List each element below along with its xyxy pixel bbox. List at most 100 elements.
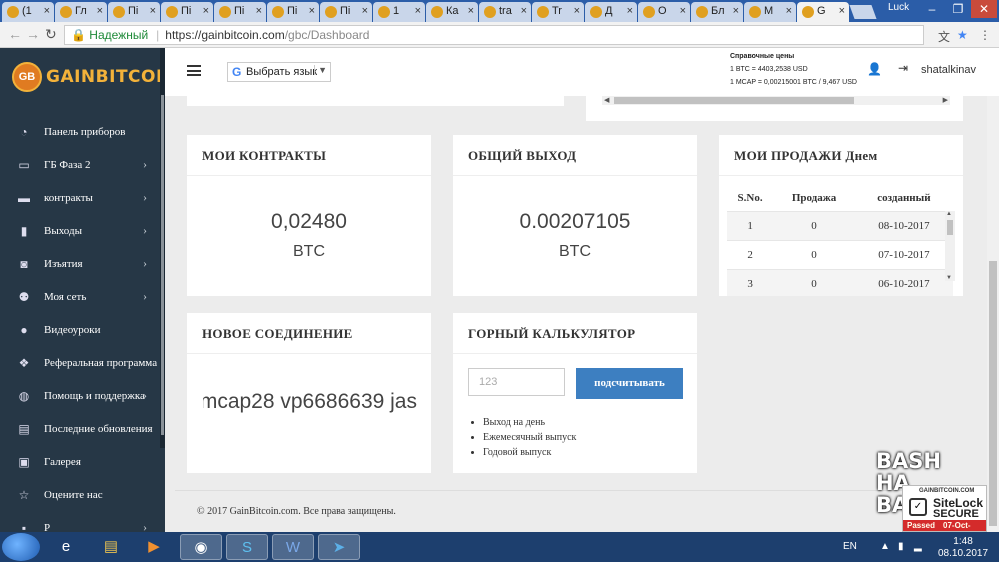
scroll-right-icon[interactable]: ▶ [943, 96, 948, 104]
back-icon[interactable]: ← [8, 26, 22, 42]
calculate-button[interactable]: подсчитывать [576, 368, 683, 399]
scroll-up-icon[interactable]: ▲ [946, 211, 952, 217]
tab-close-icon[interactable]: × [627, 5, 633, 17]
sidebar-item[interactable]: ❖ Реферальная программа [0, 347, 160, 380]
skype-icon[interactable]: S [226, 534, 268, 560]
user-icon[interactable]: 👤 [867, 62, 882, 76]
language-indicator[interactable]: EN [843, 541, 857, 552]
table-cell: 06-10-2017 [854, 268, 953, 296]
browser-tab[interactable]: О × [638, 2, 690, 22]
reference-prices: Справочные цены 1 BTC = 4403,2538 USD 1 … [730, 50, 857, 89]
logo[interactable]: GB GAINBITCOIN [12, 62, 165, 92]
browser-tab[interactable]: 1 × [373, 2, 425, 22]
sidebar-item[interactable]: ◔ Панель приборов [0, 116, 160, 149]
reload-icon[interactable]: ↻ [45, 26, 57, 43]
tab-close-icon[interactable]: × [733, 5, 739, 17]
media-player-icon[interactable]: ▶ [133, 534, 175, 560]
tab-close-icon[interactable]: × [468, 5, 474, 17]
sidebar-item[interactable]: ▬ контракты › [0, 182, 160, 215]
browser-tab[interactable]: Пі × [320, 2, 372, 22]
browser-tab[interactable]: G × [797, 2, 849, 22]
scroll-left-icon[interactable]: ◀ [604, 96, 609, 104]
tab-close-icon[interactable]: × [97, 5, 103, 17]
sidebar-item[interactable]: ▮ Выходы › [0, 215, 160, 248]
bookmark-star-icon[interactable]: ★ [957, 28, 968, 42]
start-button[interactable] [2, 533, 40, 561]
calculator-input[interactable]: 123 [468, 368, 565, 396]
browser-tab[interactable]: Д × [585, 2, 637, 22]
contracts-value: 0,02480 [271, 210, 347, 233]
sales-scrollbar[interactable]: ▲ ▼ [945, 211, 955, 281]
horizontal-scrollbar-thumb[interactable] [614, 97, 854, 104]
language-select[interactable]: G Выбрать язык ▼ [227, 62, 331, 82]
logout-icon[interactable]: ⇥ [898, 61, 908, 75]
explorer-icon[interactable]: ▤ [90, 534, 132, 560]
browser-tab[interactable]: M × [744, 2, 796, 22]
page-scrollbar[interactable] [987, 96, 999, 532]
tab-close-icon[interactable]: × [203, 5, 209, 17]
close-window-icon[interactable]: ✕ [971, 0, 997, 18]
sidebar-item[interactable]: ● Видеоуроки [0, 314, 160, 347]
chrome-icon[interactable]: ◉ [180, 534, 222, 560]
tray-icon-2[interactable]: ▮ [898, 541, 904, 552]
browser-tab[interactable]: Гл × [55, 2, 107, 22]
sidebar-item[interactable]: ◍ Помощь и поддержка › [0, 380, 160, 413]
tab-close-icon[interactable]: × [574, 5, 580, 17]
sidebar-item[interactable]: ▣ Галерея [0, 446, 160, 479]
tab-close-icon[interactable]: × [786, 5, 792, 17]
browser-tab[interactable]: tra × [479, 2, 531, 22]
tab-close-icon[interactable]: × [680, 5, 686, 17]
new-tab-button[interactable] [849, 5, 877, 19]
horizontal-scrollbar[interactable]: ◀ ▶ [602, 96, 950, 105]
total-output-unit: BTC [559, 243, 591, 260]
tab-close-icon[interactable]: × [362, 5, 368, 17]
main-content: ◀ ▶ МОИ КОНТРАКТЫ 0,02480 BTC ОБЩИЙ ВЫХО… [165, 96, 999, 532]
maximize-icon[interactable]: ❐ [945, 0, 971, 18]
browser-tab[interactable]: Пі × [108, 2, 160, 22]
network-icon[interactable]: ▂ [914, 541, 922, 552]
tab-label: Гл [75, 5, 87, 17]
page-scrollbar-thumb[interactable] [989, 261, 997, 526]
sitelock-badge[interactable]: GAINBITCOIN.COM ✓ SiteLock SECURE Passed… [902, 485, 987, 541]
username[interactable]: shatalkinav [921, 64, 976, 76]
sidebar-item[interactable]: ⚉ Моя сеть › [0, 281, 160, 314]
sales-scrollbar-thumb[interactable] [947, 220, 953, 235]
tab-close-icon[interactable]: × [256, 5, 262, 17]
tab-label: (1 [22, 5, 32, 17]
tab-close-icon[interactable]: × [839, 5, 845, 17]
tab-close-icon[interactable]: × [44, 5, 50, 17]
browser-tab[interactable]: Пі × [267, 2, 319, 22]
minimize-icon[interactable]: – [919, 0, 945, 18]
sidebar-item[interactable]: ▤ Последние обновления [0, 413, 160, 446]
word-icon[interactable]: W [272, 534, 314, 560]
tab-favicon-icon [431, 6, 443, 18]
url-field[interactable]: 🔒 Надежный | https://gainbitcoin.com/gbc/D… [64, 25, 924, 45]
ie-icon[interactable]: e [45, 534, 87, 560]
sidebar-item-label: Оцените нас [44, 489, 103, 501]
telegram-icon[interactable]: ➤ [318, 534, 360, 560]
calculator-options: Выход на деньЕжемесячный выпускГодовой в… [483, 415, 576, 460]
profile-label[interactable]: Luck [888, 2, 909, 13]
browser-tab[interactable]: (1 × [2, 2, 54, 22]
tab-close-icon[interactable]: × [309, 5, 315, 17]
clock[interactable]: 1:48 08.10.2017 [938, 536, 988, 560]
browser-tab[interactable]: Бл × [691, 2, 743, 22]
forward-icon[interactable]: → [26, 26, 40, 42]
browser-tab[interactable]: Ка × [426, 2, 478, 22]
translate-icon[interactable]: 文 [938, 28, 950, 45]
browser-tab[interactable]: Tr × [532, 2, 584, 22]
scroll-down-icon[interactable]: ▼ [946, 275, 952, 281]
tab-close-icon[interactable]: × [415, 5, 421, 17]
browser-tab[interactable]: Пі × [161, 2, 213, 22]
tray-icon-1[interactable]: ▲ [880, 541, 890, 552]
sidebar-item[interactable]: ▪ Р › [0, 512, 160, 532]
sidebar-item[interactable]: ◙ Изъятия › [0, 248, 160, 281]
hamburger-icon[interactable] [187, 65, 201, 76]
tab-close-icon[interactable]: × [150, 5, 156, 17]
browser-menu-icon[interactable]: ⋮ [979, 28, 991, 42]
sidebar-scrollbar-thumb[interactable] [161, 95, 164, 435]
tab-close-icon[interactable]: × [521, 5, 527, 17]
sidebar-item[interactable]: ▭ ГБ Фаза 2 › [0, 149, 160, 182]
sidebar-item[interactable]: ☆ Оцените нас [0, 479, 160, 512]
browser-tab[interactable]: Пі × [214, 2, 266, 22]
